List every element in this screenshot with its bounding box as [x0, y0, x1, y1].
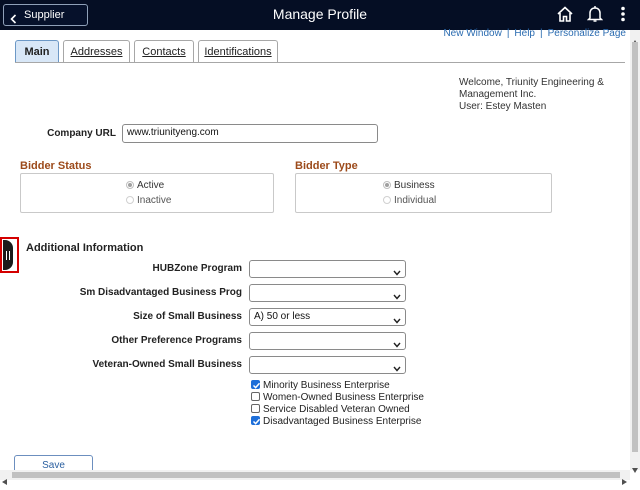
scroll-right-icon[interactable]	[622, 472, 627, 490]
size-small-business-select[interactable]: A) 50 or less	[249, 308, 406, 326]
other-preference-label: Other Preference Programs	[111, 335, 242, 346]
radio-unselected-icon	[383, 196, 391, 204]
other-preference-select[interactable]	[249, 332, 406, 350]
panel-handle	[3, 240, 13, 270]
bidder-type-label: Bidder Type	[295, 160, 358, 172]
chevron-down-icon	[393, 314, 401, 330]
radio-inactive[interactable]: Inactive	[126, 195, 171, 206]
back-button-label: Supplier Portal	[24, 9, 65, 41]
tab-main[interactable]: Main	[15, 40, 59, 63]
scroll-down-icon[interactable]	[632, 460, 638, 478]
vertical-scrollbar[interactable]	[630, 30, 640, 473]
bidder-status-label: Bidder Status	[20, 160, 92, 172]
radio-active[interactable]: Active	[126, 180, 164, 191]
company-url-label: Company URL	[47, 128, 116, 139]
more-vertical-icon[interactable]	[620, 5, 626, 23]
radio-selected-icon	[383, 181, 391, 189]
tab-addresses[interactable]: Addresses	[63, 40, 130, 63]
new-window-link[interactable]: New Window	[443, 28, 501, 39]
chevron-down-icon	[393, 338, 401, 354]
chevron-left-icon	[10, 11, 17, 31]
side-panel-toggle[interactable]	[0, 237, 19, 273]
back-to-supplier-portal-button[interactable]: Supplier Portal	[3, 4, 88, 41]
vertical-scroll-thumb[interactable]	[632, 42, 638, 452]
welcome-text: Welcome, Triunity Engineering & Manageme…	[459, 77, 634, 113]
radio-selected-icon	[126, 181, 134, 189]
checkbox-unchecked-icon	[251, 404, 260, 413]
checkbox-checked-icon	[251, 416, 261, 425]
header-bar: Supplier Portal Manage Profile	[0, 0, 640, 41]
bell-icon[interactable]	[587, 5, 603, 23]
link-separator: |	[506, 28, 510, 39]
drag-handle-icon	[6, 251, 10, 260]
welcome-company: Welcome, Triunity Engineering & Manageme…	[459, 77, 604, 100]
checkbox-unchecked-icon	[251, 392, 260, 401]
chevron-down-icon	[393, 290, 401, 306]
women-owned-checkbox[interactable]: Women-Owned Business Enterprise	[251, 392, 424, 403]
radio-business[interactable]: Business	[383, 180, 435, 191]
horizontal-scrollbar[interactable]	[0, 470, 630, 485]
disadvantaged-business-checkbox[interactable]: Disadvantaged Business Enterprise	[251, 416, 421, 427]
home-icon[interactable]	[556, 5, 574, 23]
veteran-owned-label: Veteran-Owned Small Business	[92, 359, 243, 370]
sm-disadvantaged-label: Sm Disadvantaged Business Prog	[79, 287, 242, 298]
checkbox-checked-icon	[251, 380, 261, 389]
veteran-owned-select[interactable]	[249, 356, 406, 374]
page-links: New Window | Help | Personalize Page	[443, 28, 626, 39]
minority-business-checkbox[interactable]: Minority Business Enterprise	[251, 380, 390, 391]
tab-identifications[interactable]: Identifications	[198, 40, 278, 63]
help-link[interactable]: Help	[514, 28, 535, 39]
company-url-input[interactable]: www.triunityeng.com	[122, 124, 378, 143]
hubzone-program-label: HUBZone Program	[152, 263, 242, 274]
tab-contacts[interactable]: Contacts	[134, 40, 194, 63]
radio-unselected-icon	[126, 196, 134, 204]
sm-disadvantaged-select[interactable]	[249, 284, 406, 302]
service-disabled-veteran-checkbox[interactable]: Service Disabled Veteran Owned	[251, 404, 410, 415]
additional-information-title: Additional Information	[26, 242, 144, 254]
tab-divider	[15, 62, 625, 63]
radio-individual[interactable]: Individual	[383, 195, 436, 206]
size-small-business-label: Size of Small Business	[133, 311, 242, 322]
chevron-down-icon	[393, 266, 401, 282]
hubzone-program-select[interactable]	[249, 260, 406, 278]
welcome-user: User: Estey Masten	[459, 101, 547, 112]
bidder-status-group	[20, 173, 274, 213]
link-separator: |	[540, 28, 543, 39]
page-title: Manage Profile	[272, 6, 368, 22]
scroll-left-icon[interactable]	[2, 472, 7, 490]
personalize-page-link[interactable]: Personalize Page	[548, 28, 626, 39]
bidder-type-group	[295, 173, 552, 213]
horizontal-scroll-thumb[interactable]	[12, 472, 620, 478]
chevron-down-icon	[393, 362, 401, 378]
